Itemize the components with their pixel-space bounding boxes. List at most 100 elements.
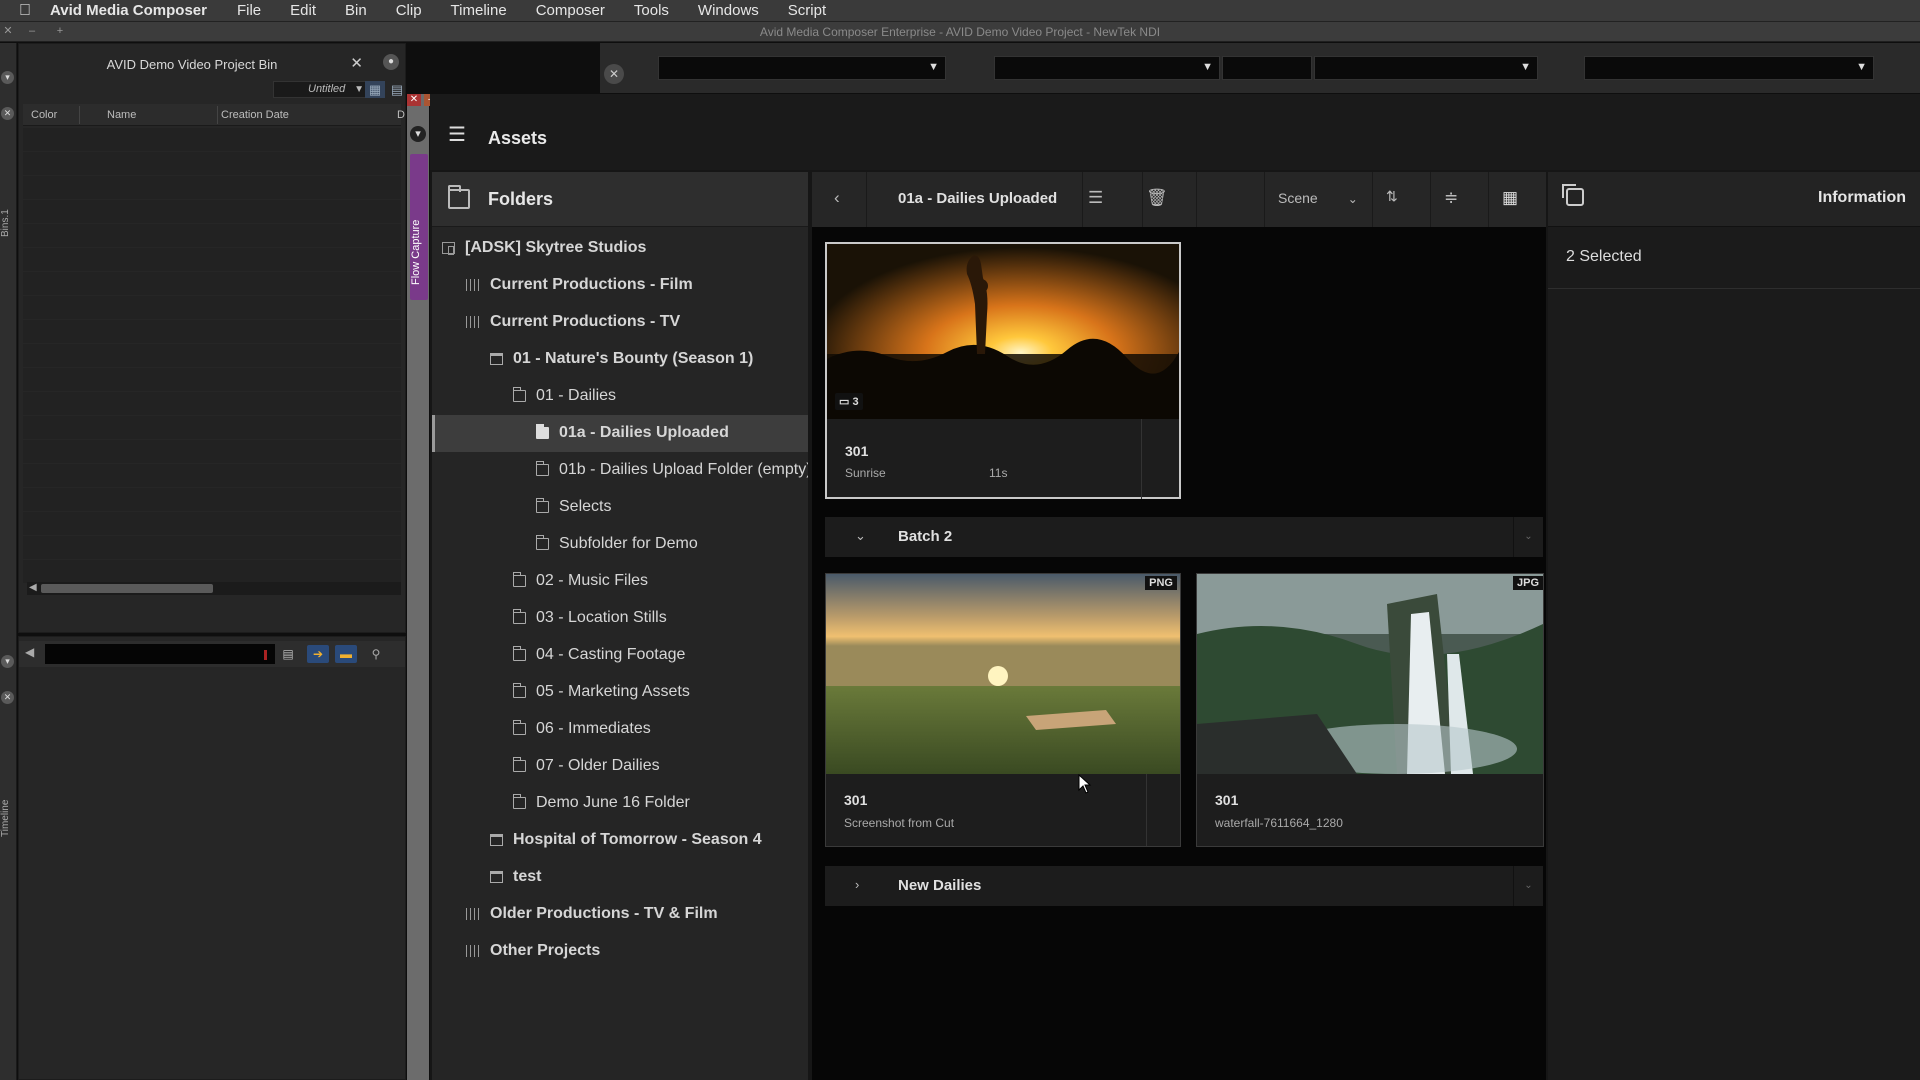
- asset-title: 301: [844, 792, 868, 808]
- tree-item-current-productions-film[interactable]: Current Productions - Film: [432, 267, 808, 304]
- playlist-icon[interactable]: ☰: [1088, 188, 1103, 208]
- tree-item-skytree-studios[interactable]: [ADSK] Skytree Studios: [432, 230, 808, 267]
- menu-clip[interactable]: Clip: [396, 2, 422, 19]
- speaker-icon[interactable]: ◀: [25, 645, 34, 659]
- menu-tools[interactable]: Tools: [634, 2, 669, 19]
- menu-script[interactable]: Script: [788, 2, 826, 19]
- bin-dropdown-icon[interactable]: ▾: [1, 71, 14, 84]
- group-new-dailies[interactable]: › New Dailies ⌄: [825, 866, 1543, 906]
- chevron-down-icon[interactable]: ⌄: [855, 528, 866, 544]
- group-select-icon[interactable]: ⌄: [1513, 517, 1543, 557]
- menu-icon[interactable]: ☰: [448, 122, 466, 147]
- back-chevron-icon[interactable]: ‹: [834, 188, 840, 208]
- combo-box-3[interactable]: [1222, 56, 1312, 80]
- column-divider[interactable]: [217, 106, 218, 124]
- menu-edit[interactable]: Edit: [290, 2, 316, 19]
- timeline-tab[interactable]: Timeline: [0, 783, 14, 853]
- menu-bin[interactable]: Bin: [345, 2, 367, 19]
- bin-content-area[interactable]: [23, 128, 401, 583]
- scroll-thumb[interactable]: [41, 584, 213, 593]
- window-title-bar: ✕ – + Avid Media Composer Enterprise - A…: [0, 22, 1920, 42]
- scroll-left-icon[interactable]: ◀: [29, 582, 37, 593]
- flow-capture-tab[interactable]: Flow Capture: [410, 154, 428, 300]
- column-divider[interactable]: [79, 106, 80, 124]
- collapse-groups-icon[interactable]: ≑: [1444, 188, 1458, 208]
- combo-box-2[interactable]: ▼: [994, 56, 1220, 80]
- tree-item-current-productions-tv[interactable]: Current Productions - TV: [432, 304, 808, 341]
- extract-splice-icon[interactable]: ▬: [335, 645, 357, 663]
- selection-count: 2 Selected: [1566, 248, 1642, 265]
- tree-item-demo-june-16[interactable]: Demo June 16 Folder: [432, 785, 808, 822]
- tree-item-marketing-assets[interactable]: 05 - Marketing Assets: [432, 674, 808, 711]
- group-select-icon[interactable]: ⌄: [1513, 866, 1543, 906]
- comment-count[interactable]: ▭ 3: [835, 393, 863, 410]
- tree-item-label: Other Projects: [490, 942, 601, 959]
- combo-box-4[interactable]: ▼: [1314, 56, 1538, 80]
- bin-close-icon[interactable]: ✕: [350, 54, 363, 72]
- asset-title: 301: [845, 443, 869, 459]
- sort-select[interactable]: Scene ⌄: [1278, 190, 1358, 206]
- tree-item-hospital-of-tomorrow[interactable]: Hospital of Tomorrow - Season 4: [432, 822, 808, 859]
- tree-item-other-projects[interactable]: Other Projects: [432, 933, 808, 970]
- app-menu[interactable]: Avid Media Composer: [50, 2, 207, 19]
- assets-header: ☰ Assets: [430, 94, 1920, 170]
- column-color[interactable]: Color: [31, 109, 57, 121]
- lift-overwrite-icon[interactable]: ➔: [307, 645, 329, 663]
- menu-windows[interactable]: Windows: [698, 2, 759, 19]
- asset-card-sunrise[interactable]: ▭ 3 301 Sunrise 11s: [825, 242, 1181, 499]
- tree-item-older-productions[interactable]: Older Productions - TV & Film: [432, 896, 808, 933]
- tree-item-location-stills[interactable]: 03 - Location Stills: [432, 600, 808, 637]
- column-creation-date[interactable]: Creation Date: [221, 109, 289, 121]
- column-d[interactable]: D: [397, 109, 405, 121]
- frame-view-icon[interactable]: ▦: [365, 81, 385, 98]
- menu-timeline[interactable]: Timeline: [451, 2, 507, 19]
- tree-item-dailies-upload-folder[interactable]: 01b - Dailies Upload Folder (empty): [432, 452, 808, 489]
- apple-icon[interactable]: : [14, 2, 36, 20]
- tree-item-immediates[interactable]: 06 - Immediates: [432, 711, 808, 748]
- timecode-display[interactable]: [45, 644, 275, 664]
- bins-tab[interactable]: Bins.1: [0, 193, 14, 253]
- timeline-close-icon[interactable]: ✕: [1, 691, 14, 704]
- bin-view-select[interactable]: Untitled ▼: [273, 81, 369, 98]
- tree-item-dailies[interactable]: 01 - Dailies: [432, 378, 808, 415]
- track-menu-icon[interactable]: ▤: [277, 645, 299, 663]
- bin-horizontal-scrollbar[interactable]: ◀: [27, 582, 401, 595]
- folder-icon: [512, 572, 526, 587]
- link-icon[interactable]: ⚲: [365, 645, 387, 663]
- tree-item-dailies-uploaded[interactable]: 01a - Dailies Uploaded: [432, 415, 808, 452]
- group-batch-2[interactable]: ⌄ Batch 2 ⌄: [825, 517, 1543, 557]
- information-header: Information: [1548, 172, 1920, 227]
- combo-box-5[interactable]: ▼: [1584, 56, 1874, 80]
- grid-view-icon[interactable]: ▦: [1502, 188, 1518, 208]
- tree-item-subfolder-for-demo[interactable]: Subfolder for Demo: [432, 526, 808, 563]
- tab-close-icon[interactable]: ✕: [407, 94, 421, 106]
- chevron-down-icon: ⌄: [1347, 192, 1358, 206]
- close-circle-icon[interactable]: ✕: [604, 64, 624, 84]
- copy-icon[interactable]: [1562, 184, 1584, 206]
- menu-composer[interactable]: Composer: [536, 2, 605, 19]
- tree-item-natures-bounty[interactable]: 01 - Nature's Bounty (Season 1): [432, 341, 808, 378]
- folder-icon: [512, 794, 526, 809]
- tree-item-test[interactable]: test: [432, 859, 808, 896]
- sort-label: Scene: [1278, 190, 1318, 206]
- sort-direction-icon[interactable]: ⇅: [1386, 188, 1398, 205]
- script-view-icon[interactable]: ▤: [387, 81, 407, 98]
- tree-item-older-dailies[interactable]: 07 - Older Dailies: [432, 748, 808, 785]
- tree-item-casting-footage[interactable]: 04 - Casting Footage: [432, 637, 808, 674]
- column-name[interactable]: Name: [107, 109, 136, 121]
- asset-card-waterfall[interactable]: JPG 301 waterfall-7611664_1280: [1196, 573, 1544, 847]
- tree-item-selects[interactable]: Selects: [432, 489, 808, 526]
- library-icon: [466, 279, 479, 291]
- tree-item-music-files[interactable]: 02 - Music Files: [432, 563, 808, 600]
- timeline-dropdown-icon[interactable]: ▾: [1, 655, 14, 668]
- combo-box-1[interactable]: ▼: [658, 56, 946, 80]
- panel-dropdown-icon[interactable]: ▾: [410, 126, 426, 142]
- trash-icon[interactable]: 🗑: [1146, 188, 1168, 208]
- asset-card-screenshot-from-cut[interactable]: PNG 301 Screenshot from Cut: [825, 573, 1181, 847]
- folder-icon: [535, 461, 549, 476]
- tree-item-label: Current Productions - TV: [490, 313, 681, 330]
- bin-fast-menu-icon[interactable]: ●: [383, 54, 399, 70]
- bin-close-icon[interactable]: ✕: [1, 107, 14, 120]
- chevron-right-icon[interactable]: ›: [855, 877, 859, 892]
- menu-file[interactable]: File: [237, 2, 261, 19]
